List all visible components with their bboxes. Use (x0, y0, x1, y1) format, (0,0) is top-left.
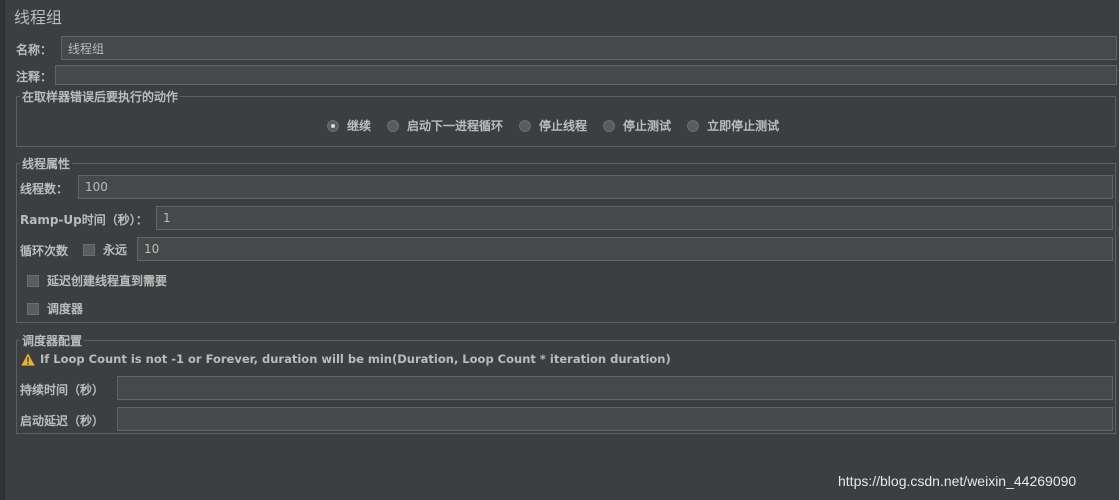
radio-stop-thread[interactable]: 停止线程 (519, 117, 587, 134)
comment-label: 注释： (16, 70, 53, 84)
radio-label-stop-thread: 停止线程 (539, 119, 588, 133)
loop-forever-checkbox[interactable]: 永远 (83, 241, 127, 258)
loop-count-warning: If Loop Count is not -1 or Forever, dura… (21, 352, 671, 366)
warning-text: If Loop Count is not -1 or Forever, dura… (40, 352, 671, 366)
thread-count-input[interactable] (78, 175, 1113, 199)
thread-count-label: 线程数： (20, 182, 69, 196)
loop-count-label: 循环次数 (20, 244, 69, 258)
radio-label-stop-test-now: 立即停止测试 (707, 119, 780, 133)
radio-button-stop-thread[interactable] (519, 119, 532, 132)
radio-label-start-next-loop: 启动下一进程循环 (407, 119, 504, 133)
thread-properties-legend: 线程属性 (20, 155, 73, 172)
radio-start-next-loop[interactable]: 启动下一进程循环 (387, 117, 503, 134)
delay-thread-creation-box[interactable] (27, 274, 39, 287)
delay-thread-creation-checkbox[interactable]: 延迟创建线程直到需要 (27, 272, 167, 289)
comment-input[interactable] (55, 65, 1117, 85)
left-edge-divider (0, 0, 5, 500)
radio-button-stop-test[interactable] (603, 119, 616, 132)
radio-label-continue: 继续 (347, 119, 372, 133)
scheduler-box[interactable] (27, 302, 39, 315)
radio-continue[interactable]: 继续 (327, 117, 371, 134)
scheduler-config-legend: 调度器配置 (20, 332, 85, 349)
name-label: 名称： (16, 43, 53, 57)
delay-thread-creation-label: 延迟创建线程直到需要 (47, 274, 168, 288)
radio-label-stop-test: 停止测试 (623, 119, 672, 133)
duration-input[interactable] (117, 376, 1113, 400)
scheduler-label: 调度器 (47, 302, 84, 316)
startup-delay-label: 启动延迟（秒） (20, 414, 105, 428)
name-input[interactable] (61, 36, 1117, 60)
loop-forever-label: 永远 (103, 243, 128, 257)
rampup-label: Ramp-Up时间（秒）： (20, 213, 148, 227)
radio-button-continue[interactable] (327, 119, 339, 132)
scheduler-checkbox[interactable]: 调度器 (27, 300, 83, 317)
loop-count-input[interactable] (137, 237, 1113, 261)
radio-stop-test-now[interactable]: 立即停止测试 (687, 117, 779, 134)
panel-title: 线程组 (14, 8, 63, 27)
watermark-text: https://blog.csdn.net/weixin_44269090 (838, 473, 1077, 489)
radio-button-stop-test-now[interactable] (687, 119, 700, 132)
radio-button-start-next-loop[interactable] (387, 119, 400, 132)
startup-delay-input[interactable] (117, 407, 1113, 431)
loop-forever-box[interactable] (83, 243, 95, 256)
radio-stop-test[interactable]: 停止测试 (603, 117, 671, 134)
duration-label: 持续时间（秒） (20, 383, 105, 397)
warning-icon (21, 352, 35, 366)
rampup-input[interactable] (156, 206, 1113, 230)
sampler-error-legend: 在取样器错误后要执行的动作 (20, 88, 181, 105)
sampler-error-options: 继续 启动下一进程循环 停止线程 停止测试 立即停止测试 (327, 117, 795, 134)
